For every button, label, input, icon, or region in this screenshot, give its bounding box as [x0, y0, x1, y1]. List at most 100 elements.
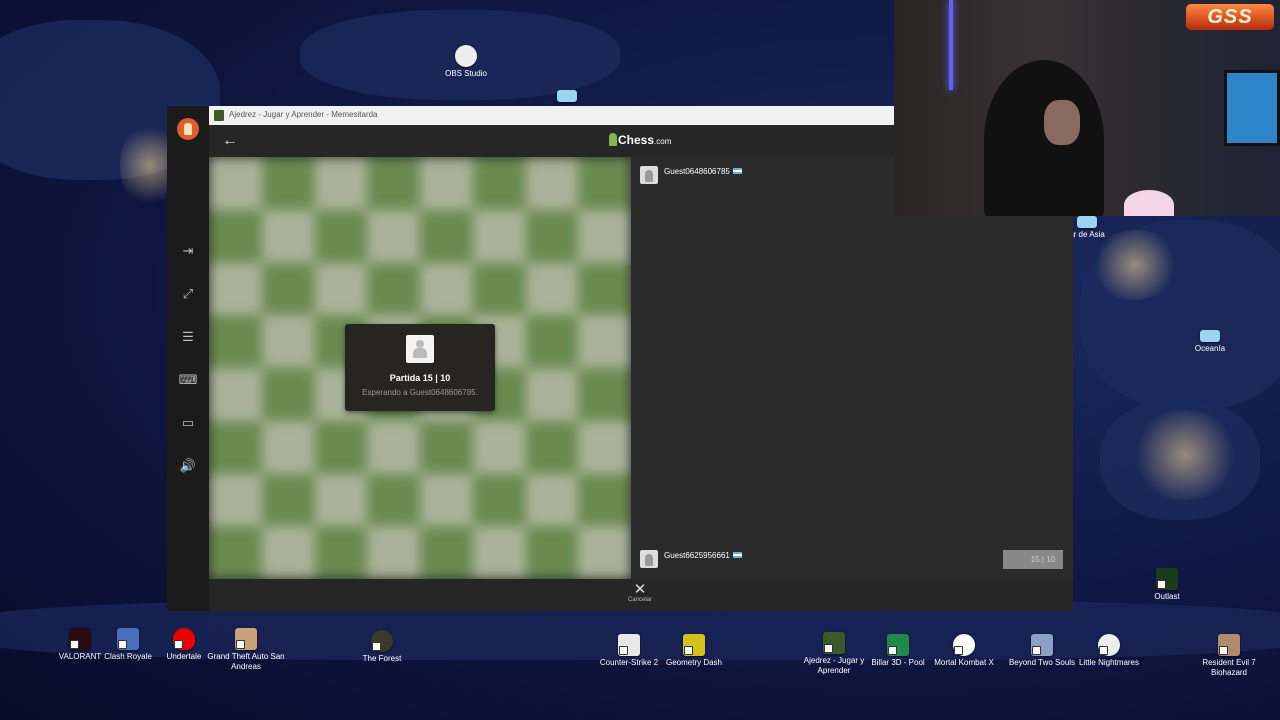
- board-square[interactable]: [578, 315, 631, 368]
- desktop-icon-label: Ajedrez - Jugar y Aprender: [803, 656, 865, 675]
- board-square[interactable]: [578, 420, 631, 474]
- board-square[interactable]: [261, 157, 315, 210]
- board-square[interactable]: [578, 526, 631, 579]
- cancel-label: Cancelar: [627, 597, 652, 603]
- board-square[interactable]: [261, 262, 315, 316]
- board-square[interactable]: [209, 209, 262, 263]
- board-square[interactable]: [314, 262, 368, 316]
- desktop-icon-folder[interactable]: [528, 90, 606, 104]
- desktop-icon-label: Billar 3D - Pool: [871, 658, 925, 667]
- board-square[interactable]: [261, 315, 315, 368]
- city-lights: [1130, 410, 1240, 500]
- player-name: Guest0648606785: [664, 167, 730, 176]
- folder-icon: [1077, 216, 1097, 228]
- board-square[interactable]: [525, 526, 579, 579]
- board-square[interactable]: [578, 157, 631, 210]
- chess-icon: [823, 632, 845, 654]
- board-square[interactable]: [578, 368, 631, 421]
- board-square[interactable]: [525, 262, 579, 316]
- board-square[interactable]: [314, 473, 368, 527]
- avatar: [640, 166, 658, 184]
- chess-app-icon: [214, 110, 224, 121]
- resize-icon[interactable]: ⤢: [178, 284, 198, 304]
- board-square[interactable]: [525, 209, 579, 263]
- volume-icon[interactable]: 🔊: [178, 456, 198, 476]
- sliders-icon[interactable]: ☰: [178, 327, 198, 347]
- board-square[interactable]: [314, 157, 368, 210]
- board-square[interactable]: [367, 473, 420, 527]
- board-square[interactable]: [209, 262, 262, 316]
- board-square[interactable]: [367, 157, 420, 210]
- board-square[interactable]: [209, 420, 262, 474]
- board-square[interactable]: [578, 209, 631, 263]
- desktop-icon-oceania[interactable]: Oceanía: [1171, 330, 1249, 354]
- desktop-icon-label: Beyond Two Souls: [1008, 658, 1076, 667]
- tag-icon[interactable]: ▭: [178, 413, 198, 433]
- app-logo-icon[interactable]: [177, 118, 199, 140]
- board-square[interactable]: [525, 368, 579, 421]
- desktop-icon-geometry-dash[interactable]: Geometry Dash: [655, 634, 733, 668]
- board-square[interactable]: [261, 209, 315, 263]
- board-square[interactable]: [261, 368, 315, 421]
- desktop-icon-mortal-kombat[interactable]: Mortal Kombat X: [925, 634, 1003, 668]
- board-square[interactable]: [472, 262, 526, 316]
- board-square[interactable]: [420, 157, 473, 210]
- cancel-button[interactable]: ✕ Cancelar: [619, 582, 661, 603]
- desktop-icon-the-forest[interactable]: The Forest: [343, 630, 421, 664]
- board-square[interactable]: [525, 420, 579, 474]
- board-square[interactable]: [420, 473, 473, 527]
- counter-strike-icon: [618, 634, 640, 656]
- desktop-icon-gta[interactable]: Grand Theft Auto San Andreas: [207, 628, 285, 672]
- desktop-icon-little-nightmares[interactable]: Little Nightmares: [1070, 634, 1148, 668]
- brand-suffix: .com: [654, 137, 672, 146]
- board-square[interactable]: [209, 368, 262, 421]
- chess-com-logo: Chess.com: [609, 133, 671, 147]
- board-square[interactable]: [209, 157, 262, 210]
- exit-icon[interactable]: ⇥: [178, 241, 198, 261]
- board-square[interactable]: [420, 209, 473, 263]
- clash-royale-icon: [117, 628, 139, 650]
- board-square[interactable]: [209, 526, 262, 579]
- avatar: [640, 550, 658, 568]
- board-square[interactable]: [367, 262, 420, 316]
- board-square[interactable]: [367, 209, 420, 263]
- board-square[interactable]: [472, 209, 526, 263]
- board-square[interactable]: [420, 420, 473, 474]
- board-square[interactable]: [525, 315, 579, 368]
- board-square[interactable]: [367, 526, 420, 579]
- board-square[interactable]: [472, 526, 526, 579]
- desktop-icon-label: Undertale: [166, 652, 202, 661]
- outlast-icon: [1156, 568, 1178, 590]
- board-square[interactable]: [314, 209, 368, 263]
- board-square[interactable]: [420, 526, 473, 579]
- back-arrow-icon[interactable]: ←: [220, 131, 240, 151]
- desktop-icon-resident-evil[interactable]: Resident Evil 7 Biohazard: [1190, 634, 1268, 678]
- window-titlebar[interactable]: Ajedrez - Jugar y Aprender - Memesitarda: [209, 106, 895, 125]
- streamer: [984, 60, 1104, 216]
- pawn-icon: [406, 335, 434, 363]
- board-square[interactable]: [209, 315, 262, 368]
- board-square[interactable]: [209, 473, 262, 527]
- board-square[interactable]: [472, 473, 526, 527]
- board-square[interactable]: [261, 473, 315, 527]
- board-square[interactable]: [261, 420, 315, 474]
- board-square[interactable]: [525, 157, 579, 210]
- player-name: Guest6625956661: [664, 551, 730, 560]
- background-monitor: [1224, 70, 1280, 146]
- board-square[interactable]: [578, 262, 631, 316]
- webcam-overlay: [894, 0, 1280, 216]
- board-square[interactable]: [261, 526, 315, 579]
- city-lights: [1090, 230, 1180, 300]
- desktop-icon-outlast[interactable]: Outlast: [1128, 568, 1206, 602]
- streamer-face: [1044, 100, 1080, 145]
- board-square[interactable]: [420, 262, 473, 316]
- board-square[interactable]: [525, 473, 579, 527]
- board-square[interactable]: [367, 420, 420, 474]
- board-square[interactable]: [472, 420, 526, 474]
- keyboard-icon[interactable]: ⌨: [178, 370, 198, 390]
- board-square[interactable]: [472, 157, 526, 210]
- board-square[interactable]: [314, 420, 368, 474]
- desktop-icon-obs[interactable]: OBS Studio: [427, 45, 505, 79]
- board-square[interactable]: [314, 526, 368, 579]
- board-square[interactable]: [578, 473, 631, 527]
